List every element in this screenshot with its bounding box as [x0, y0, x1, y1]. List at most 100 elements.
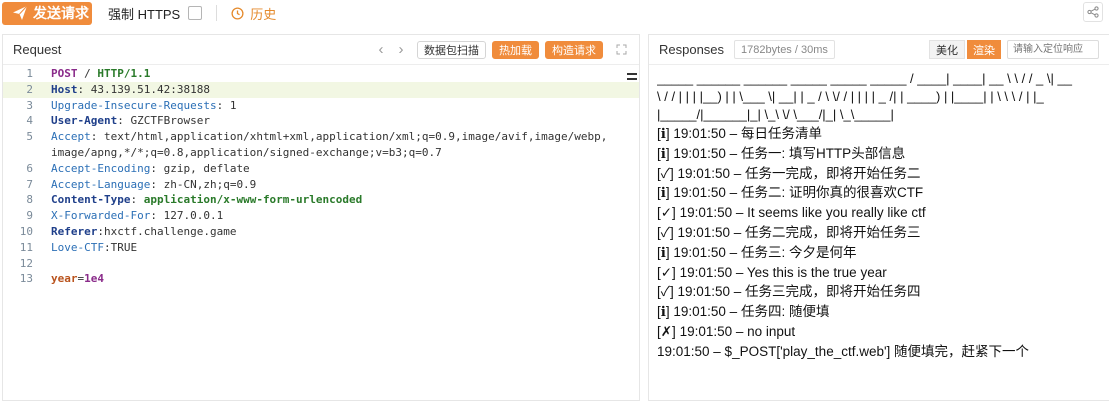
- code-line: 11 Love-CTF:TRUE: [3, 240, 639, 256]
- header-key: Accept-Language: [51, 177, 151, 191]
- beautify-button[interactable]: 美化: [929, 40, 965, 59]
- http-protocol: HTTP/1.1: [97, 67, 151, 80]
- header-value: 1: [223, 98, 237, 112]
- code-line: 12: [3, 256, 639, 272]
- header-key: Content-Type: [51, 193, 131, 207]
- code-line: 4 User-Agent: GZCTFBrowser: [3, 113, 639, 129]
- code-line: 3 Upgrade-Insecure-Requests: 1: [3, 98, 639, 114]
- header-colon: :: [150, 161, 157, 175]
- share-icon: [1087, 6, 1099, 18]
- log-line: [ℹ] 19:01:50 – 任务一: 填写HTTP头部信息: [657, 145, 906, 161]
- previous-arrow-icon[interactable]: ‹: [371, 41, 391, 58]
- request-title: Request: [13, 42, 62, 57]
- log-line: [ℹ] 19:01:50 – 任务三: 今夕是何年: [657, 244, 857, 260]
- log-line: 19:01:50 – $_POST['play_the_ctf.web'] 随便…: [657, 343, 1030, 359]
- top-toolbar: 发送请求 强制 HTTPS 历史: [0, 0, 1109, 26]
- log-line: [✓] 19:01:50 – It seems like you really …: [657, 205, 926, 221]
- log-line: [✓] 19:01:50 – 任务三完成，即将开始任务四: [657, 284, 921, 300]
- line-code: image/apng,*/*;q=0.8,application/signed-…: [41, 145, 442, 161]
- next-arrow-icon[interactable]: ›: [391, 41, 411, 58]
- header-colon: :: [150, 177, 157, 191]
- code-line: 8 Content-Type: application/x-www-form-ur…: [3, 192, 639, 208]
- line-number: 6: [26, 161, 33, 175]
- header-value: image/apng,*/*;q=0.8,application/signed-…: [51, 145, 442, 159]
- log-line: [ℹ] 19:01:50 – 每日任务清单: [657, 126, 822, 141]
- line-number: 12: [19, 256, 33, 270]
- line-number: 5: [26, 130, 33, 144]
- line-code: Content-Type: application/x-www-form-url…: [41, 192, 362, 208]
- response-panel: Responses 1782bytes / 30ms 美化 渲染 _____ _…: [648, 34, 1109, 401]
- request-header: Request ‹ › 数据包扫描 热加载 构造请求: [3, 35, 639, 65]
- header-key: Love-CTF: [51, 240, 104, 254]
- header-value: 127.0.0.1: [156, 209, 224, 223]
- http-method: POST: [51, 67, 78, 80]
- line-number: 3: [26, 98, 33, 112]
- history-button[interactable]: 历史: [231, 4, 276, 23]
- force-https-checkbox[interactable]: [188, 6, 203, 20]
- code-line: 5 Accept: text/html,application/xhtml+xml…: [3, 129, 639, 145]
- history-label: 历史: [250, 6, 277, 22]
- request-path: /: [77, 67, 98, 80]
- header-value: text/html,application/xhtml+xml,applicat…: [97, 130, 608, 144]
- line-number: 2: [26, 82, 33, 96]
- log-line: [✗] 19:01:50 – no input: [657, 323, 796, 339]
- ascii-line: |_____/|______|_| \_\ \/ \___/|_| \_\___…: [657, 107, 894, 122]
- header-colon: :: [117, 114, 124, 128]
- line-code: Accept: text/html,application/xhtml+xml,…: [41, 129, 607, 145]
- body-param-value: 1e4: [84, 272, 104, 286]
- line-code: POST / HTTP/1.1: [41, 66, 150, 82]
- header-key: Upgrade-Insecure-Requests: [51, 98, 217, 112]
- send-request-button[interactable]: 发送请求: [2, 1, 92, 25]
- header-colon: :: [97, 224, 104, 238]
- header-key: Referer: [51, 224, 98, 238]
- code-line: image/apng,*/*;q=0.8,application/signed-…: [3, 145, 639, 161]
- line-number: 4: [26, 114, 33, 128]
- response-header: Responses 1782bytes / 30ms 美化 渲染: [649, 35, 1109, 65]
- log-line: [✓] 19:01:50 – 任务二完成，即将开始任务三: [657, 224, 921, 240]
- locate-response-input[interactable]: [1007, 40, 1099, 59]
- code-line: 6 Accept-Encoding: gzip, deflate: [3, 161, 639, 177]
- construct-request-button[interactable]: 构造请求: [545, 40, 603, 59]
- header-colon: :: [150, 209, 157, 223]
- fullscreen-icon[interactable]: [613, 44, 629, 55]
- header-value: application/x-www-form-urlencoded: [137, 193, 363, 207]
- share-button[interactable]: [1083, 2, 1103, 22]
- hot-load-button[interactable]: 热加载: [492, 40, 539, 59]
- clock-icon: [231, 6, 244, 20]
- header-key: Accept-Encoding: [51, 161, 151, 175]
- body-param-key: year: [51, 272, 78, 286]
- response-title: Responses: [659, 42, 725, 57]
- line-number: 10: [19, 224, 33, 238]
- line-number: 7: [26, 177, 33, 191]
- log-list: [ℹ] 19:01:50 – 每日任务清单 [ℹ] 19:01:50 – 任务一:…: [657, 124, 1109, 362]
- code-line: 2 Host: 43.139.51.42:38188: [3, 81, 639, 98]
- line-code: X-Forwarded-For: 127.0.0.1: [41, 208, 223, 224]
- ascii-line: \ / / | | | |__) | | \___ \| __| | _ / \…: [657, 89, 1044, 104]
- log-line: [✓] 19:01:50 – 任务一完成，即将开始任务二: [657, 165, 921, 181]
- code-line: 9 X-Forwarded-For: 127.0.0.1: [3, 208, 639, 224]
- send-request-label: 发送请求: [33, 5, 89, 21]
- line-number: 8: [26, 193, 33, 207]
- code-line: 7 Accept-Language: zh-CN,zh;q=0.9: [3, 177, 639, 193]
- line-code: Love-CTF:TRUE: [41, 240, 137, 256]
- log-line: [✓] 19:01:50 – Yes this is the true year: [657, 264, 887, 280]
- response-body: _____ ______ ______ _____ _____ _____ / …: [657, 66, 1109, 400]
- line-code: Referer:hxctf.challenge.game: [41, 224, 236, 240]
- header-key: Host: [51, 82, 78, 96]
- log-line: [ℹ] 19:01:50 – 任务四: 随便填: [657, 304, 830, 320]
- header-value: GZCTFBrowser: [123, 114, 210, 128]
- log-line: [ℹ] 19:01:50 – 任务二: 证明你真的很喜欢CTF: [657, 185, 924, 201]
- header-value: TRUE: [110, 240, 138, 254]
- render-button[interactable]: 渲染: [967, 40, 1001, 59]
- header-value: 43.139.51.42:38188: [84, 82, 210, 96]
- line-code: year=1e4: [41, 271, 104, 287]
- request-panel: Request ‹ › 数据包扫描 热加载 构造请求 1 POST / HTTP/…: [2, 34, 640, 401]
- line-number: [3, 145, 41, 161]
- line-code: Host: 43.139.51.42:38188: [41, 82, 210, 98]
- packet-scan-button[interactable]: 数据包扫描: [417, 40, 486, 59]
- code-line: 10 Referer:hxctf.challenge.game: [3, 224, 639, 240]
- force-https-label: 强制 HTTPS: [108, 6, 181, 22]
- request-editor[interactable]: 1 POST / HTTP/1.1 2 Host: 43.139.51.42:3818…: [3, 66, 639, 400]
- line-number: 9: [26, 209, 33, 223]
